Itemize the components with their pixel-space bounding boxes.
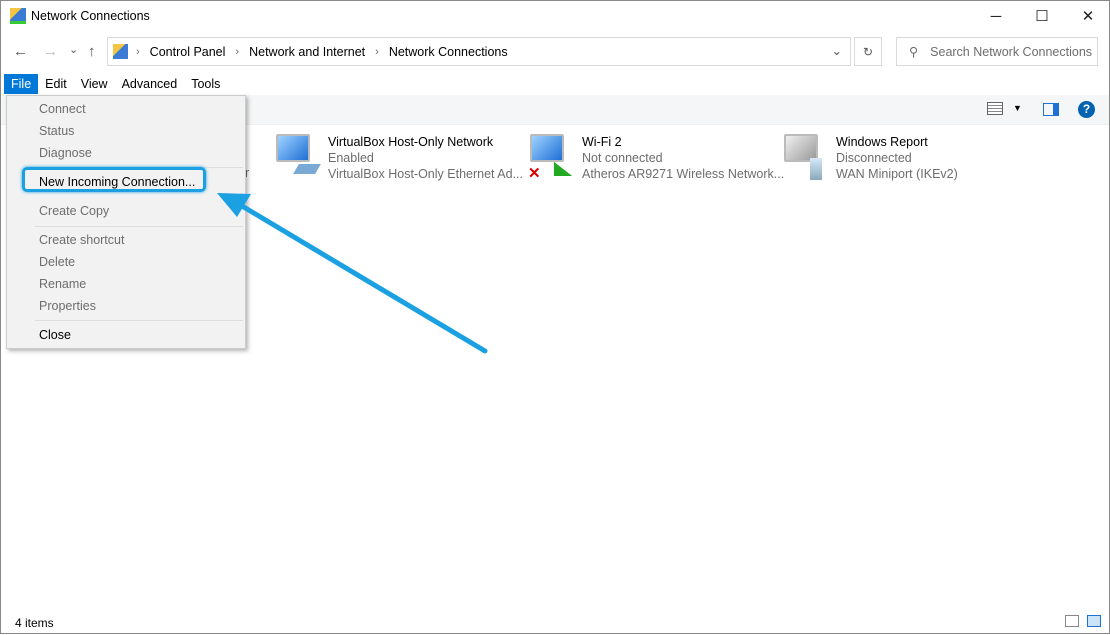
annotation-arrow: [217, 193, 488, 354]
